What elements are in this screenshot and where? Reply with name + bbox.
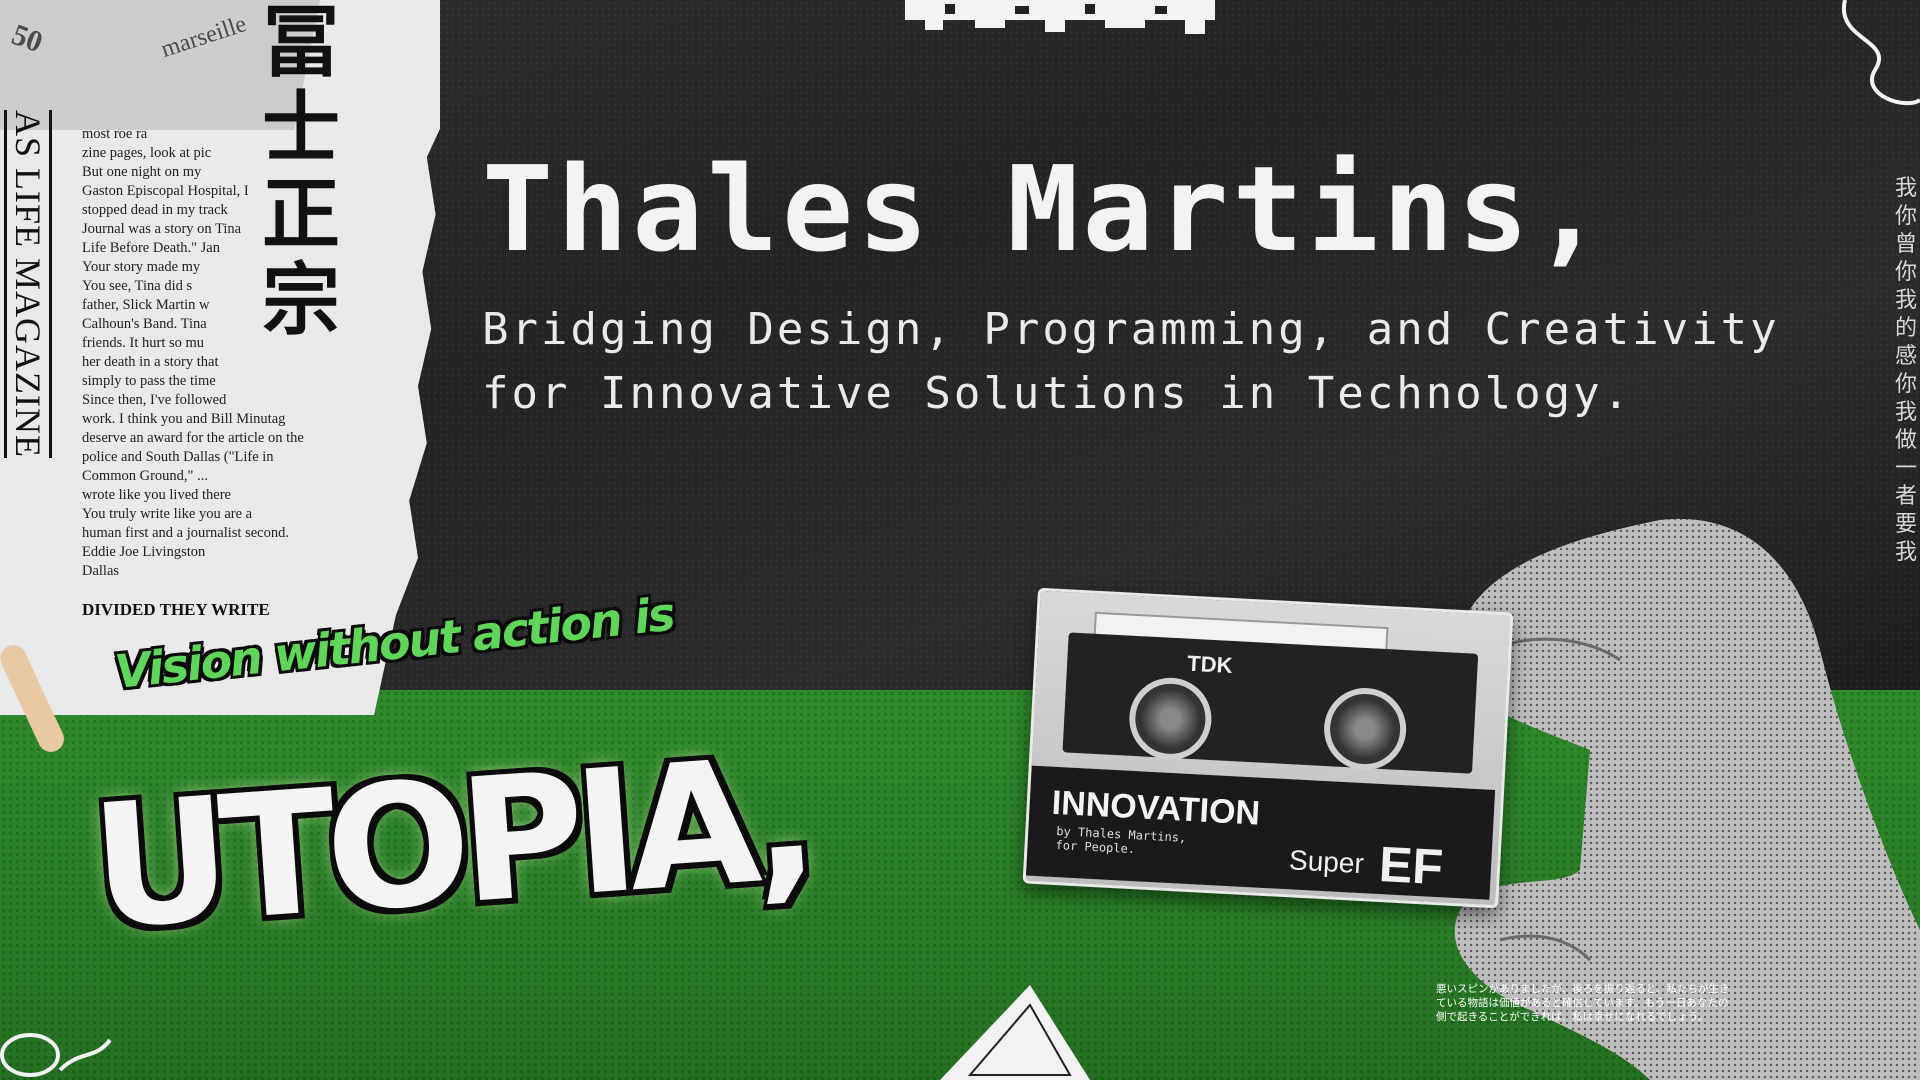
vertical-chinese-text: 我你曾你我的，感你我做一，者，要我 [1895,176,1920,565]
cassette-brand: TDK [1186,650,1234,679]
hero-tagline-line-2: for Innovative Solutions in Technology. [482,368,1633,419]
cassette-super-label: Super [1288,844,1365,880]
newspaper-section-heading: DIVIDED THEY WRITE [82,600,270,619]
magazine-title: AS LIFE MAGAZINE [4,110,54,560]
scribble-decoration [1841,0,1920,106]
hero-tagline-line-1: Bridging Design, Programming, and Creati… [482,304,1780,355]
cassette-window [1062,632,1479,774]
hero-name: Thales Martins, [482,140,1608,278]
kanji-vertical-text: 冨士正宗 [262,0,341,346]
magazine-title-text: AS LIFE MAGAZINE [4,110,52,458]
bandage-decoration [0,645,64,752]
bottom-left-doodle [0,1033,112,1077]
pixel-block-decoration [905,0,1215,34]
cassette-tape: TDK INNOVATION by Thales Martins, for Pe… [1022,587,1514,909]
newspaper-collage: 50 marseille AS LIFE MAGAZINE most roe r… [0,0,440,715]
cassette-ef-label: EF [1377,836,1445,896]
triangle-stamp-decoration [940,985,1090,1080]
japanese-note: 悪いスピンがありましたが、後ろを振り返ると、私たちが生きている物語は価値があると… [1436,983,1730,1023]
